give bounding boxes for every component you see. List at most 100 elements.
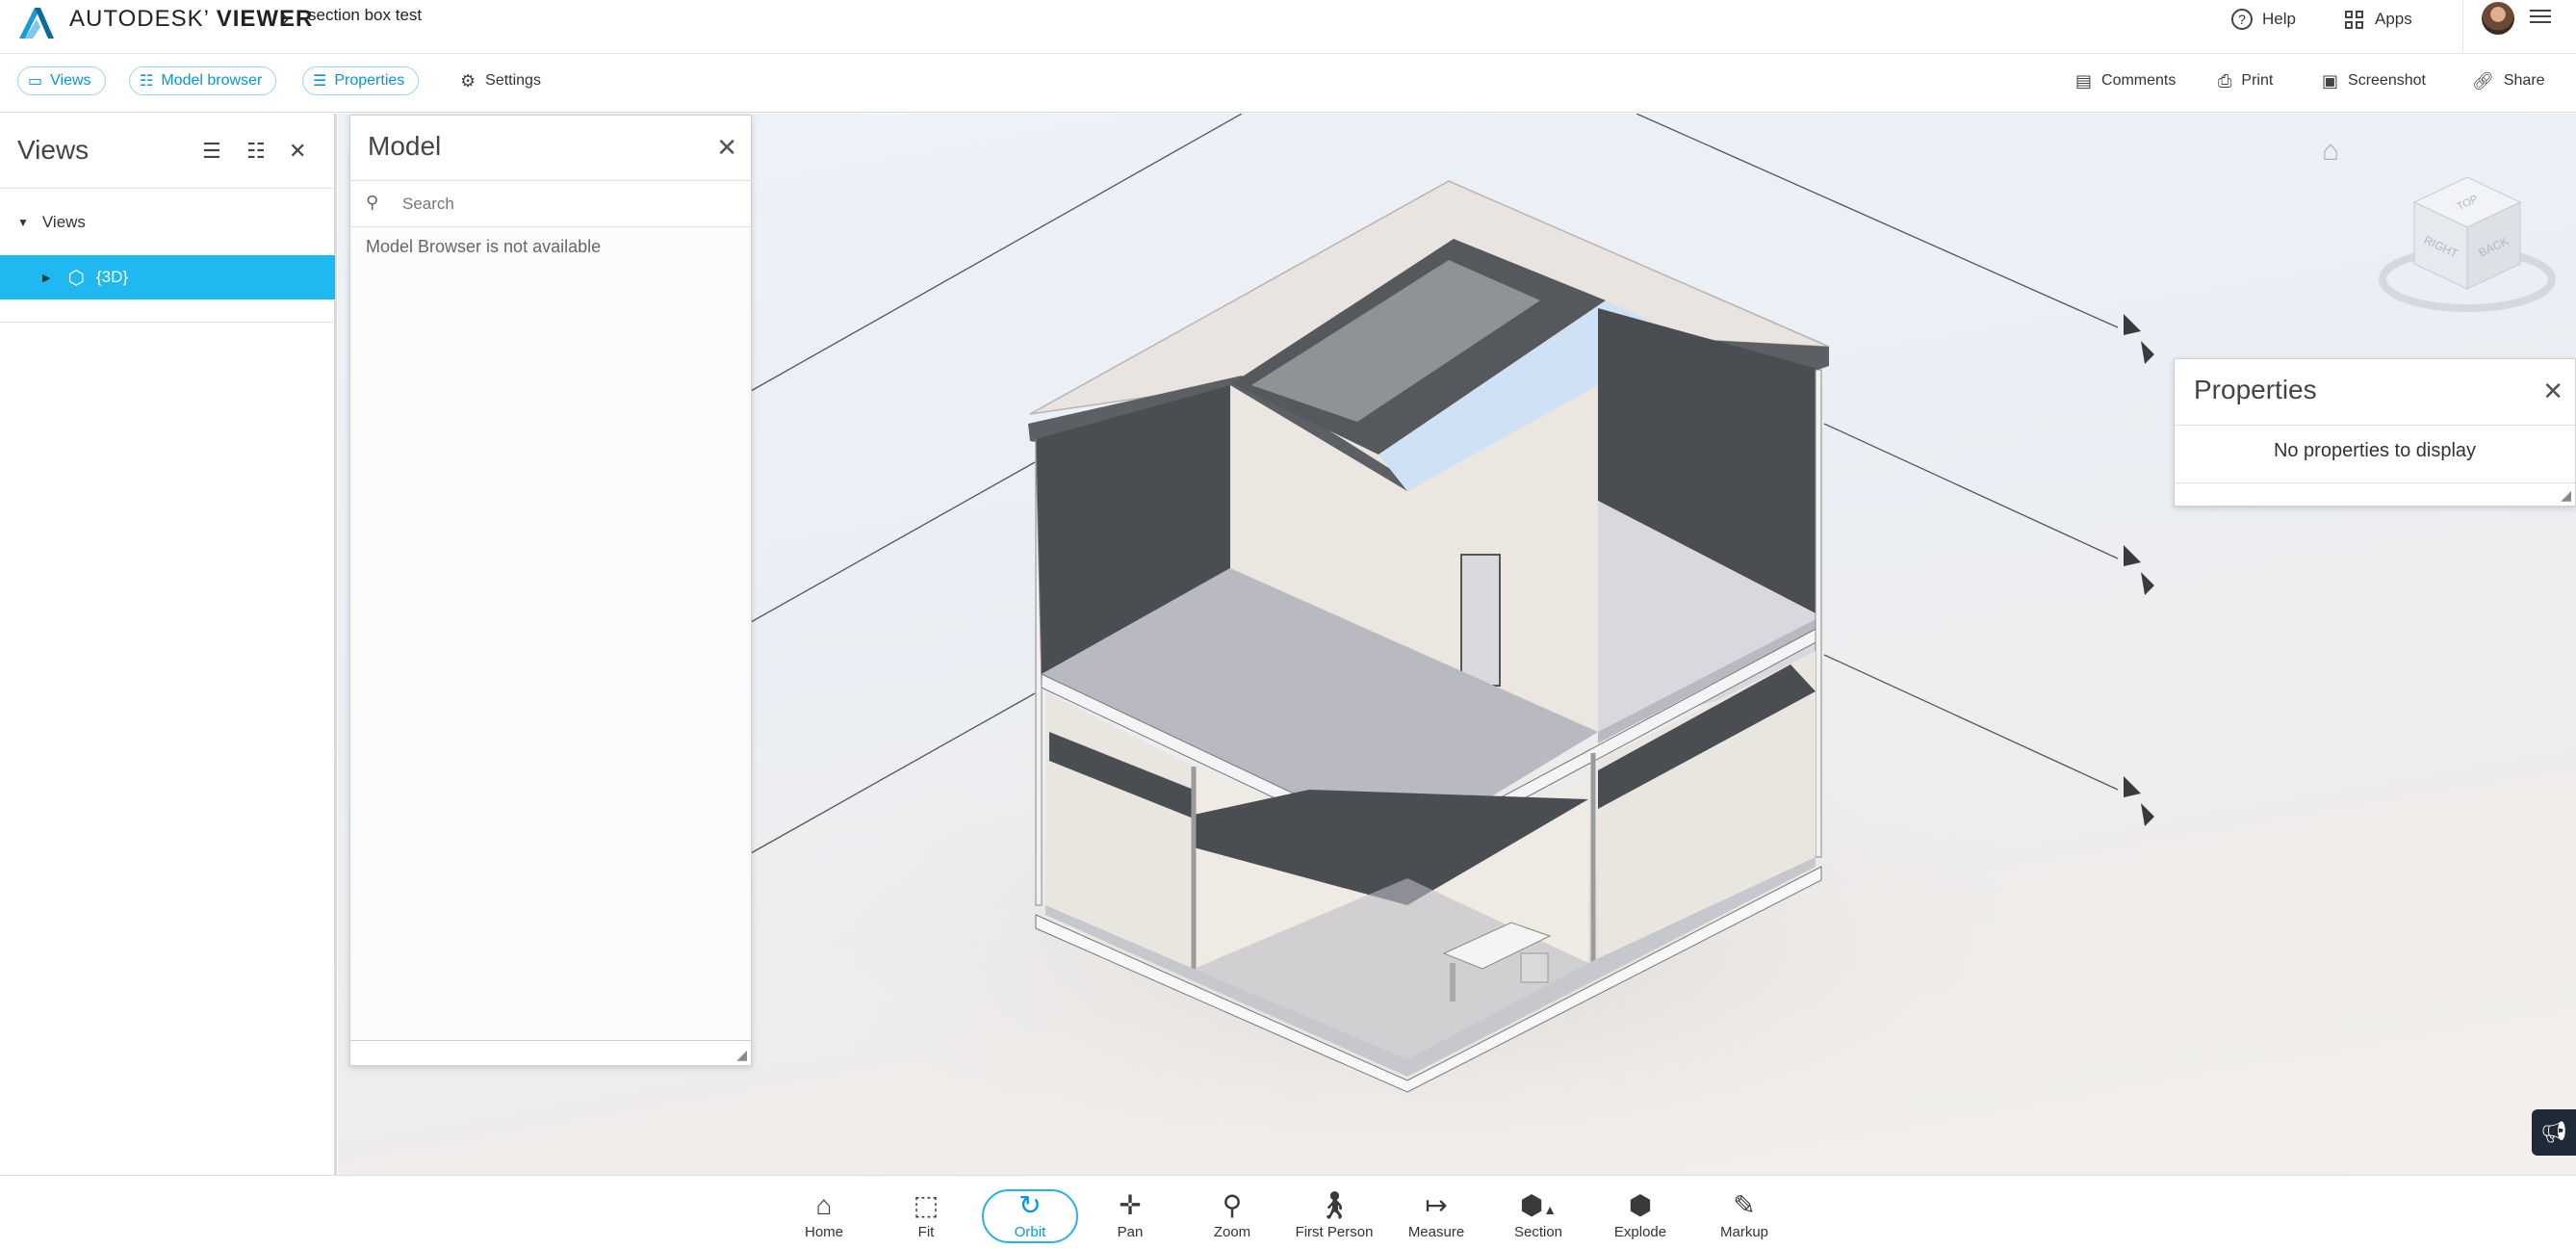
section-icon: ⬢▲: [1519, 1190, 1558, 1220]
grid-view-icon[interactable]: ☷: [246, 139, 266, 164]
print-button[interactable]: ⎙ Print: [2218, 66, 2273, 95]
first-person-icon: 🚶︎: [1317, 1190, 1352, 1220]
tool-label: Home: [804, 1224, 843, 1240]
views-tree-item-label: {3D}: [95, 268, 129, 286]
model-panel-title: Model: [368, 131, 442, 161]
views-toggle-button[interactable]: ▭ Views: [17, 66, 106, 95]
section-handle[interactable]: [2124, 545, 2154, 595]
brand-prefix: AUTODESK: [69, 6, 204, 32]
caret-down-icon: ▼: [17, 216, 29, 229]
tool-first-person-button[interactable]: 🚶︎ First Person: [1288, 1190, 1380, 1241]
model-search-input[interactable]: [402, 191, 730, 218]
comments-button[interactable]: ▤ Comments: [2075, 66, 2176, 95]
divider: [2175, 482, 2575, 483]
zoom-icon: ⚲: [1222, 1190, 1243, 1220]
model-panel-footer: ◢: [350, 1040, 751, 1065]
tool-label: Orbit: [1014, 1224, 1046, 1240]
tool-label: Measure: [1407, 1224, 1465, 1240]
properties-toggle-button[interactable]: ☰ Properties: [302, 66, 420, 95]
caret-right-icon[interactable]: ▶: [42, 272, 50, 284]
markup-icon: ✎: [1733, 1190, 1756, 1220]
properties-toggle-label: Properties: [334, 72, 405, 89]
viewcube[interactable]: TOP RIGHT BACK: [2376, 173, 2559, 318]
model-panel-header: Model ✕: [350, 116, 751, 181]
model-empty-message: Model Browser is not available: [366, 237, 602, 256]
tool-markup-button[interactable]: ✎ Markup: [1698, 1190, 1790, 1241]
views-section-label: Views: [41, 213, 86, 231]
cube-icon: ⬡: [67, 267, 85, 289]
section-handle[interactable]: [2124, 314, 2154, 364]
screenshot-label: Screenshot: [2348, 72, 2426, 89]
breadcrumb-chevron-icon: ›: [281, 3, 290, 32]
resize-grip-icon[interactable]: ◢: [736, 1047, 747, 1063]
divider: [0, 322, 335, 323]
avatar[interactable]: [2482, 2, 2514, 35]
tool-label: Pan: [1117, 1224, 1144, 1240]
orbit-icon: ↻: [1018, 1190, 1042, 1220]
model-browser-toggle-button[interactable]: ☷ Model browser: [129, 66, 277, 95]
home-icon: ⌂: [815, 1190, 833, 1220]
views-tree-item[interactable]: ▶ ⬡ {3D}: [0, 255, 335, 299]
camera-icon: ▣: [2322, 70, 2339, 91]
help-icon: ?: [2231, 9, 2253, 30]
secondary-toolbar: ▭ Views ☷ Model browser ☰ Properties ⚙ S…: [0, 55, 2576, 113]
megaphone-icon[interactable]: 📢︎: [2532, 1109, 2576, 1156]
tool-label: Zoom: [1213, 1224, 1251, 1240]
top-bar: AUTODESK’ VIEWER › section box test ? He…: [0, 0, 2576, 54]
section-handle[interactable]: [2124, 776, 2154, 826]
resize-grip-icon[interactable]: ◢: [2561, 487, 2571, 504]
measure-icon: ↦: [1425, 1190, 1448, 1220]
views-tree-section[interactable]: ▼ Views: [0, 208, 334, 237]
tool-label: First Person: [1295, 1224, 1374, 1240]
close-icon[interactable]: ✕: [2542, 377, 2563, 406]
share-label: Share: [2503, 72, 2545, 89]
tool-label: Markup: [1719, 1224, 1769, 1240]
link-icon: 🔗︎: [2472, 70, 2494, 91]
share-button[interactable]: 🔗︎ Share: [2472, 66, 2545, 95]
document-icon: ☰: [313, 73, 327, 90]
comment-icon: ▤: [2075, 70, 2093, 91]
help-button[interactable]: ? Help: [2231, 0, 2296, 39]
caret-up-icon: ▲: [1543, 1202, 1558, 1217]
search-icon: ⚲: [366, 193, 379, 212]
close-icon[interactable]: ✕: [289, 139, 306, 164]
divider: [2175, 425, 2575, 426]
print-label: Print: [2241, 72, 2274, 89]
hamburger-menu-icon[interactable]: [2530, 6, 2551, 27]
apps-grid-icon: [2345, 10, 2363, 29]
views-toggle-label: Views: [50, 72, 91, 89]
app-brand[interactable]: AUTODESK’ VIEWER: [69, 6, 313, 33]
hierarchy-icon: ☷: [140, 73, 154, 90]
tool-label: Explode: [1613, 1224, 1667, 1240]
views-panel-header: Views ☰ ☷ ✕: [0, 114, 334, 189]
tool-orbit-button[interactable]: ↻ Orbit: [984, 1190, 1076, 1241]
properties-panel: Properties ✕ No properties to display ◢: [2174, 358, 2576, 507]
views-panel-title: Views: [17, 135, 90, 165]
screenshot-button[interactable]: ▣ Screenshot: [2322, 66, 2426, 95]
close-icon[interactable]: ✕: [716, 133, 737, 163]
list-view-icon[interactable]: ☰: [202, 139, 221, 164]
brand-suffix: VIEWER: [216, 6, 314, 32]
tool-zoom-button[interactable]: ⚲ Zoom: [1186, 1190, 1278, 1241]
tool-home-button[interactable]: ⌂ Home: [778, 1190, 870, 1241]
tool-explode-button[interactable]: ⬢ Explode: [1594, 1190, 1687, 1241]
tool-section-button[interactable]: ⬢▲ Section: [1492, 1190, 1584, 1241]
properties-empty-message: No properties to display: [2273, 440, 2477, 461]
comments-label: Comments: [2101, 72, 2177, 89]
apps-button[interactable]: Apps: [2345, 0, 2412, 39]
properties-panel-title: Properties: [2194, 375, 2317, 404]
tool-label: Section: [1513, 1224, 1563, 1240]
tool-measure-button[interactable]: ↦ Measure: [1390, 1190, 1482, 1241]
tool-pan-button[interactable]: ✛ Pan: [1084, 1190, 1176, 1241]
tool-fit-button[interactable]: ⬚ Fit: [880, 1191, 972, 1241]
settings-button[interactable]: ⚙ Settings: [460, 66, 541, 95]
model-search-bar: ⚲: [350, 181, 751, 227]
apps-label: Apps: [2375, 10, 2412, 28]
model-browser-panel: Model ✕ ⚲ Model Browser is not available…: [349, 115, 752, 1066]
viewcube-home-icon[interactable]: ⌂: [2322, 135, 2339, 168]
autodesk-logo-icon[interactable]: [17, 6, 56, 40]
explode-icon: ⬢: [1628, 1190, 1653, 1220]
pan-icon: ✛: [1119, 1190, 1142, 1220]
model-browser-toggle-label: Model browser: [161, 72, 263, 89]
help-label: Help: [2262, 10, 2296, 28]
